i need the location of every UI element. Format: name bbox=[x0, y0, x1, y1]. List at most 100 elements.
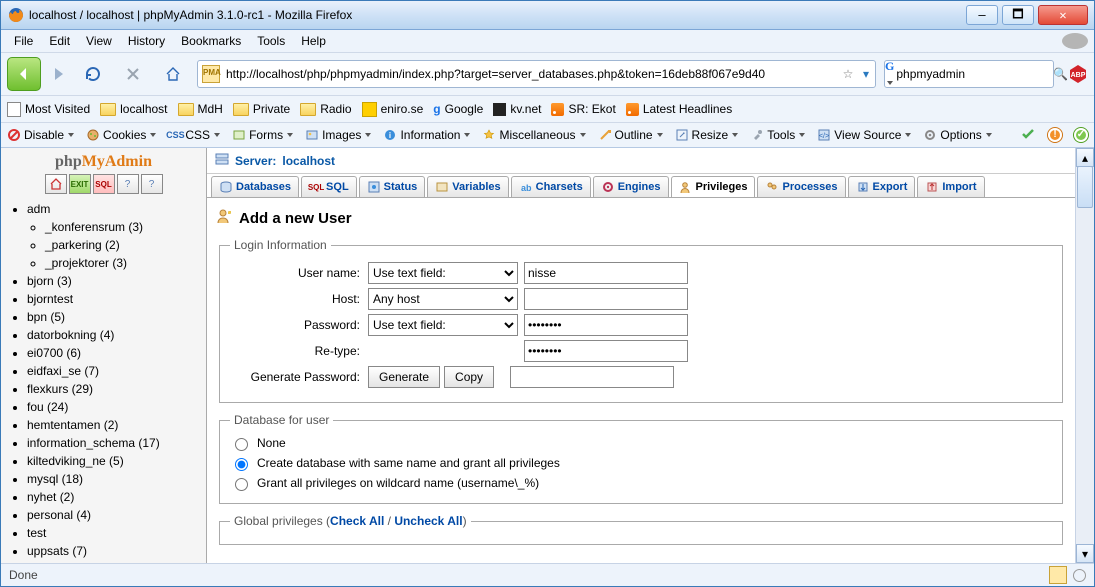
devtool-miscellaneous[interactable]: Miscellaneous bbox=[482, 128, 585, 142]
devtool-outline[interactable]: Outline bbox=[598, 128, 663, 142]
devtool-tools[interactable]: Tools bbox=[750, 128, 805, 142]
tab-variables[interactable]: Variables bbox=[427, 176, 508, 197]
back-button[interactable] bbox=[7, 57, 41, 91]
tab-privileges[interactable]: Privileges bbox=[671, 176, 756, 197]
pma-sql-icon[interactable]: SQL bbox=[93, 174, 115, 194]
db-radio-2[interactable] bbox=[235, 478, 248, 491]
table-item[interactable]: _projektorer (3) bbox=[45, 254, 198, 272]
url-input[interactable] bbox=[224, 63, 839, 85]
devtool-cookies[interactable]: Cookies bbox=[86, 128, 156, 142]
devtool-css[interactable]: CSSCSS bbox=[168, 128, 220, 142]
tab-databases[interactable]: Databases bbox=[211, 176, 299, 197]
retype-input[interactable] bbox=[524, 340, 688, 362]
menu-edit[interactable]: Edit bbox=[42, 32, 77, 50]
devtool-forms[interactable]: Forms bbox=[232, 128, 293, 142]
db-bjorn[interactable]: bjorn (3) bbox=[27, 272, 198, 290]
db-option-0[interactable]: None bbox=[230, 433, 1052, 453]
db-eidfaxi_se[interactable]: eidfaxi_se (7) bbox=[27, 362, 198, 380]
db-flexkurs[interactable]: flexkurs (29) bbox=[27, 380, 198, 398]
db-radio-0[interactable] bbox=[235, 438, 248, 451]
db-radio-1[interactable] bbox=[235, 458, 248, 471]
db-fou[interactable]: fou (24) bbox=[27, 398, 198, 416]
devtool-resize[interactable]: Resize bbox=[675, 128, 739, 142]
tab-status[interactable]: Status bbox=[359, 176, 426, 197]
scroll-thumb[interactable] bbox=[1077, 166, 1093, 208]
pma-docs-icon[interactable]: ? bbox=[117, 174, 139, 194]
db-personal[interactable]: personal (4) bbox=[27, 506, 198, 524]
db-bjorntest[interactable]: bjorntest bbox=[27, 290, 198, 308]
bookmark-private[interactable]: Private bbox=[233, 102, 290, 116]
bookmark-radio[interactable]: Radio bbox=[300, 102, 351, 116]
server-link[interactable]: localhost bbox=[282, 154, 335, 168]
bookmark-latest-headlines[interactable]: Latest Headlines bbox=[626, 102, 732, 116]
menu-file[interactable]: File bbox=[7, 32, 40, 50]
username-select[interactable]: Use text field: bbox=[368, 262, 518, 284]
stop-button[interactable] bbox=[117, 58, 149, 90]
devtool-view-source[interactable]: </>View Source bbox=[817, 128, 911, 142]
pma-help-icon[interactable]: ? bbox=[141, 174, 163, 194]
menu-view[interactable]: View bbox=[79, 32, 119, 50]
bookmark-most-visited[interactable]: Most Visited bbox=[7, 102, 90, 117]
db-test[interactable]: test bbox=[27, 524, 198, 542]
db-kiltedviking_ne[interactable]: kiltedviking_ne (5) bbox=[27, 452, 198, 470]
bookmark-google[interactable]: gGoogle bbox=[433, 102, 483, 116]
table-item[interactable]: _parkering (2) bbox=[45, 236, 198, 254]
password-input[interactable] bbox=[524, 314, 688, 336]
uncheck-all-link[interactable]: Uncheck All bbox=[394, 514, 462, 528]
bookmark-star-icon[interactable]: ☆ bbox=[839, 67, 857, 81]
main-scrollbar[interactable]: ▴ ▾ bbox=[1075, 148, 1094, 563]
scroll-down-icon[interactable]: ▾ bbox=[1076, 544, 1094, 563]
host-select[interactable]: Any host bbox=[368, 288, 518, 310]
password-select[interactable]: Use text field: bbox=[368, 314, 518, 336]
bookmark-mdh[interactable]: MdH bbox=[178, 102, 223, 116]
ok-icon[interactable]: ✓ bbox=[1074, 128, 1088, 142]
generate-button[interactable]: Generate bbox=[368, 366, 440, 388]
db-option-1[interactable]: Create database with same name and grant… bbox=[230, 453, 1052, 473]
devtool-disable[interactable]: Disable bbox=[7, 128, 74, 142]
db-datorbokning[interactable]: datorbokning (4) bbox=[27, 326, 198, 344]
devtool-images[interactable]: Images bbox=[305, 128, 371, 142]
menu-help[interactable]: Help bbox=[294, 32, 333, 50]
devtool-information[interactable]: iInformation bbox=[383, 128, 470, 142]
tab-engines[interactable]: Engines bbox=[593, 176, 669, 197]
bookmark-localhost[interactable]: localhost bbox=[100, 102, 167, 116]
db-uppsats[interactable]: uppsats (7) bbox=[27, 542, 198, 560]
search-go-icon[interactable]: 🔍 bbox=[1053, 67, 1068, 81]
menu-tools[interactable]: Tools bbox=[250, 32, 292, 50]
minimize-button[interactable]: — bbox=[966, 5, 998, 25]
db-information_schema[interactable]: information_schema (17) bbox=[27, 434, 198, 452]
bookmark-kv-net[interactable]: kv.net bbox=[493, 102, 541, 116]
username-input[interactable] bbox=[524, 262, 688, 284]
check-icon[interactable] bbox=[1020, 126, 1036, 145]
tab-sql[interactable]: SQLSQL bbox=[301, 176, 357, 197]
scroll-up-icon[interactable]: ▴ bbox=[1076, 148, 1094, 167]
db-bpn[interactable]: bpn (5) bbox=[27, 308, 198, 326]
db-mysql[interactable]: mysql (18) bbox=[27, 470, 198, 488]
maximize-button[interactable]: 🗖 bbox=[1002, 5, 1034, 25]
db-hemtentamen[interactable]: hemtentamen (2) bbox=[27, 416, 198, 434]
forward-button[interactable] bbox=[49, 60, 69, 88]
copy-button[interactable]: Copy bbox=[444, 366, 494, 388]
db-adm[interactable]: adm_konferensrum (3)_parkering (2)_proje… bbox=[27, 200, 198, 272]
pma-home-icon[interactable] bbox=[45, 174, 67, 194]
generate-output[interactable] bbox=[510, 366, 674, 388]
go-button[interactable]: ▾ bbox=[857, 67, 875, 81]
warn-icon[interactable]: ! bbox=[1048, 128, 1062, 142]
search-engine-icon[interactable]: G bbox=[885, 59, 894, 89]
search-input[interactable] bbox=[894, 63, 1053, 85]
home-button[interactable] bbox=[157, 58, 189, 90]
db-ei0700[interactable]: ei0700 (6) bbox=[27, 344, 198, 362]
db-option-2[interactable]: Grant all privileges on wildcard name (u… bbox=[230, 473, 1052, 493]
tab-import[interactable]: Import bbox=[917, 176, 984, 197]
reload-button[interactable] bbox=[77, 58, 109, 90]
close-button[interactable]: ✕ bbox=[1038, 5, 1088, 25]
adblock-icon[interactable]: ABP bbox=[1068, 64, 1088, 84]
db-utvardering[interactable]: utvardering (10) bbox=[27, 560, 198, 563]
menu-history[interactable]: History bbox=[121, 32, 172, 50]
search-box[interactable]: G 🔍 bbox=[884, 60, 1054, 88]
bookmark-sr-ekot[interactable]: SR: Ekot bbox=[551, 102, 615, 116]
table-item[interactable]: _konferensrum (3) bbox=[45, 218, 198, 236]
url-bar[interactable]: PMA ☆ ▾ bbox=[197, 60, 876, 88]
bookmark-eniro-se[interactable]: eniro.se bbox=[362, 102, 424, 117]
pma-exit-icon[interactable]: EXIT bbox=[69, 174, 91, 194]
